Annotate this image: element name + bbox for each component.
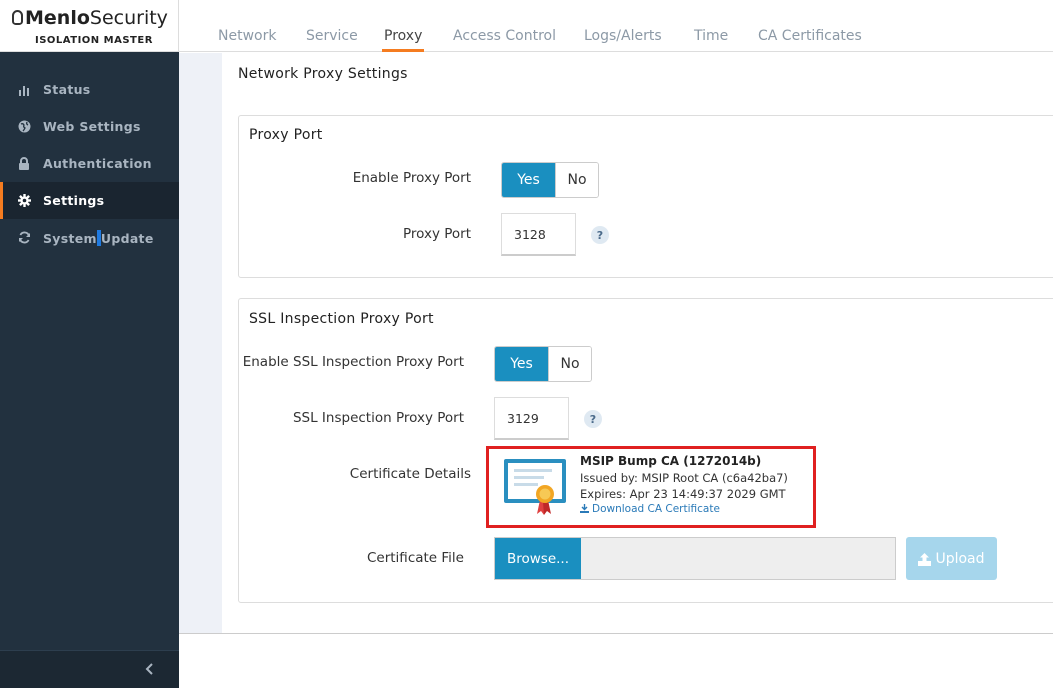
lightbulb-icon xyxy=(12,10,23,25)
proxy-port-help-icon[interactable]: ? xyxy=(591,226,609,244)
proxy-port-panel xyxy=(238,115,1053,278)
upload-button[interactable]: Upload xyxy=(906,537,997,580)
sidebar-item-web-settings[interactable]: Web Settings xyxy=(0,108,179,145)
ssl-proxy-port-help-icon[interactable]: ? xyxy=(584,410,602,428)
certificate-details-card: MSIP Bump CA (1272014b) Issued by: MSIP … xyxy=(486,446,816,528)
download-icon xyxy=(580,504,589,513)
tab-proxy[interactable]: Proxy xyxy=(384,28,422,44)
upload-icon xyxy=(918,552,932,566)
tab-service[interactable]: Service xyxy=(306,28,358,44)
sidebar: Status Web Settings Authentication Setti… xyxy=(0,52,179,688)
ssl-proxy-title: SSL Inspection Proxy Port xyxy=(249,311,434,327)
sidebar-item-authentication[interactable]: Authentication xyxy=(0,145,179,182)
ssl-proxy-port-input[interactable]: 3129 xyxy=(494,397,569,440)
sidebar-item-label: System Update xyxy=(43,229,154,246)
lock-icon xyxy=(17,157,31,171)
page-title: Network Proxy Settings xyxy=(238,66,408,82)
ssl-proxy-yes-button[interactable]: Yes xyxy=(495,347,548,381)
active-tab-indicator xyxy=(382,49,424,52)
sidebar-item-label: Status xyxy=(43,82,91,97)
certificate-name: MSIP Bump CA (1272014b) xyxy=(580,454,762,468)
bar-chart-icon xyxy=(17,83,31,97)
certificate-icon xyxy=(503,458,567,516)
brand-name: MenloSecurity xyxy=(12,7,168,29)
brand-subtitle: ISOLATION MASTER xyxy=(35,35,153,46)
enable-proxy-port-toggle: Yes No xyxy=(501,162,599,198)
download-ca-certificate-link[interactable]: Download CA Certificate xyxy=(580,503,720,515)
tab-ca-certificates[interactable]: CA Certificates xyxy=(758,28,862,44)
sidebar-item-status[interactable]: Status xyxy=(0,71,179,108)
certificate-expiry: Expires: Apr 23 14:49:37 2029 GMT xyxy=(580,487,786,501)
tab-network[interactable]: Network xyxy=(218,28,276,44)
certificate-file-label: Certificate File xyxy=(366,550,464,566)
tab-access-control[interactable]: Access Control xyxy=(453,28,556,44)
enable-proxy-port-label: Enable Proxy Port xyxy=(352,170,471,186)
refresh-icon xyxy=(17,231,31,245)
sidebar-item-label: Authentication xyxy=(43,156,152,171)
ssl-proxy-port-label: SSL Inspection Proxy Port xyxy=(292,410,464,426)
settings-tabs: Network Service Proxy Access Control Log… xyxy=(179,0,1053,52)
certificate-file-input[interactable]: Browse... xyxy=(494,537,896,580)
proxy-port-yes-button[interactable]: Yes xyxy=(502,163,555,197)
ssl-proxy-no-button[interactable]: No xyxy=(548,347,591,381)
proxy-port-input[interactable]: 3128 xyxy=(501,213,576,256)
tab-logs-alerts[interactable]: Logs/Alerts xyxy=(584,28,662,44)
logo: MenloSecurity ISOLATION MASTER xyxy=(0,0,179,52)
sidebar-item-system-update[interactable]: System Update xyxy=(0,219,179,256)
proxy-port-label: Proxy Port xyxy=(402,226,471,242)
chevron-left-icon[interactable] xyxy=(143,661,157,677)
enable-ssl-proxy-toggle: Yes No xyxy=(494,346,592,382)
content-gutter xyxy=(179,53,222,634)
browse-button[interactable]: Browse... xyxy=(495,538,581,579)
proxy-port-title: Proxy Port xyxy=(249,127,323,143)
sidebar-item-label: Web Settings xyxy=(43,119,141,134)
content-divider xyxy=(179,633,1053,634)
enable-ssl-proxy-label: Enable SSL Inspection Proxy Port xyxy=(242,354,464,370)
proxy-port-no-button[interactable]: No xyxy=(555,163,598,197)
certificate-issuer: Issued by: MSIP Root CA (c6a42ba7) xyxy=(580,471,788,485)
sidebar-item-label: Settings xyxy=(43,193,105,208)
tab-time[interactable]: Time xyxy=(694,28,728,44)
certificate-details-label: Certificate Details xyxy=(349,466,471,482)
gear-icon xyxy=(17,194,31,208)
sidebar-item-settings[interactable]: Settings xyxy=(0,182,179,219)
globe-icon xyxy=(17,120,31,134)
sidebar-footer xyxy=(0,650,179,688)
